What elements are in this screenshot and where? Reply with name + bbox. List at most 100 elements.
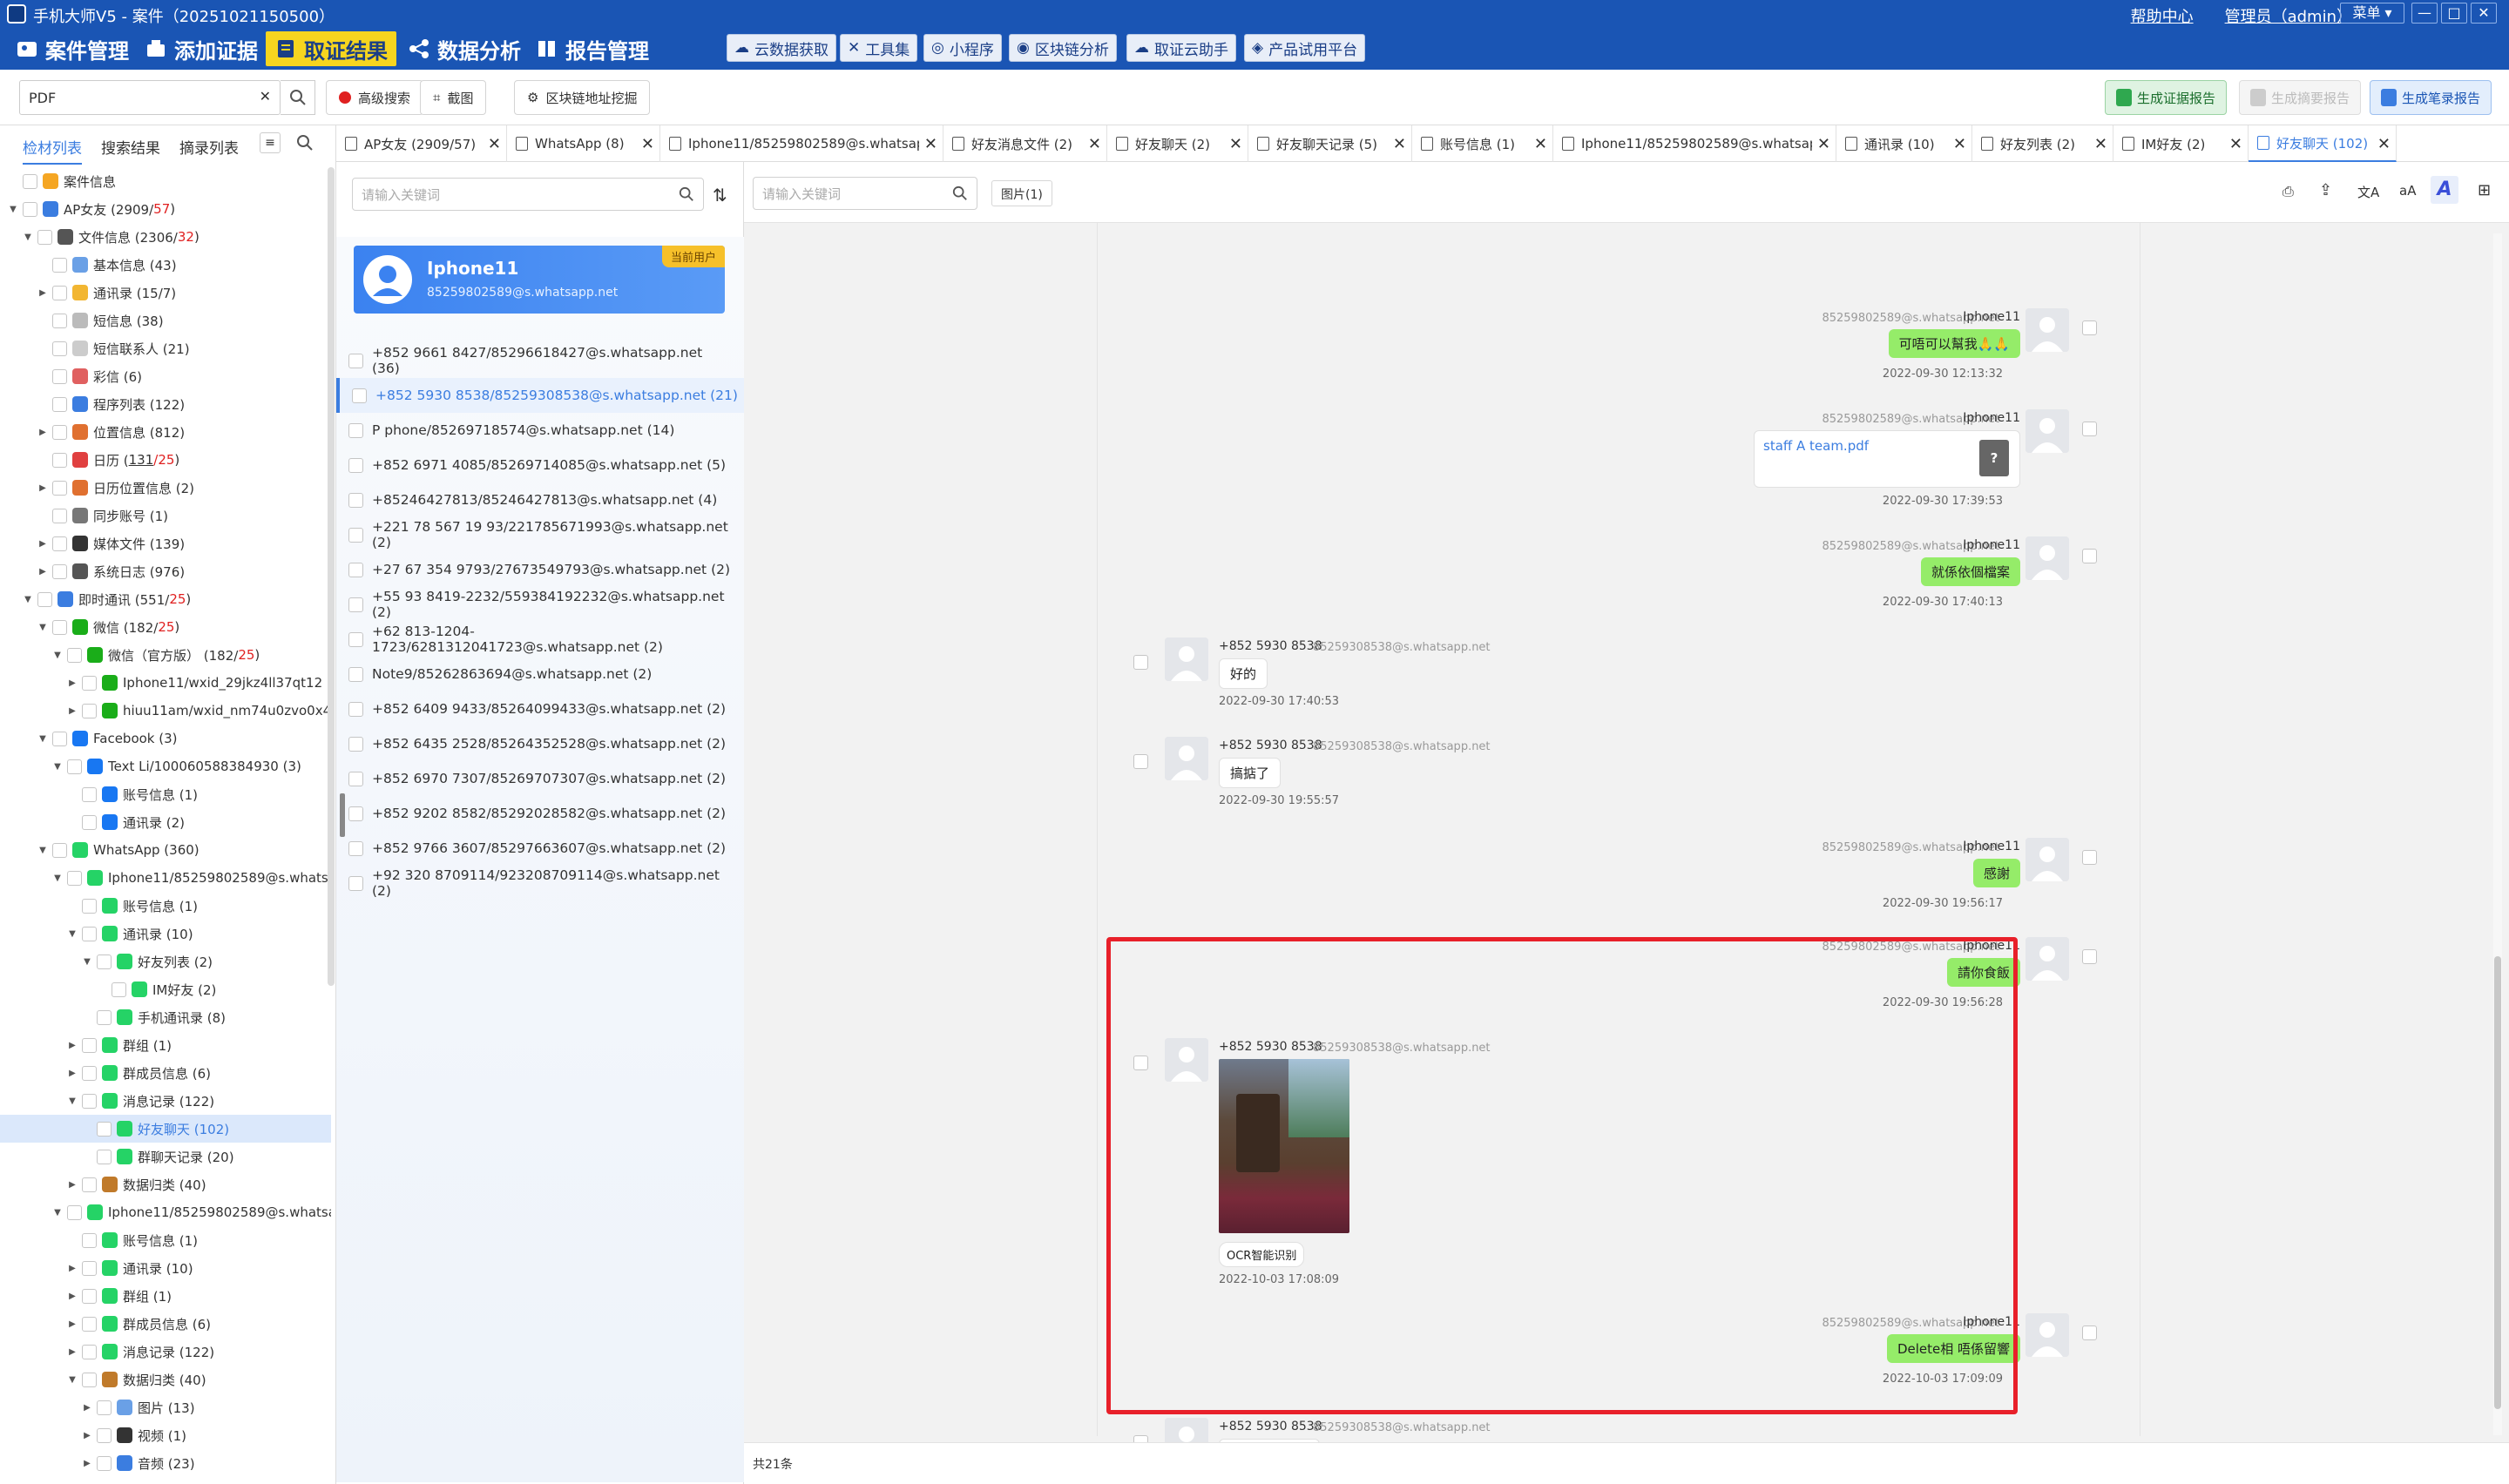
tree-checkbox[interactable] [52,563,67,579]
tree-checkbox[interactable] [97,1121,112,1137]
tree-item[interactable]: ▶ 日历位置信息 (2) [0,474,331,502]
tree-checkbox[interactable] [97,1400,112,1415]
clear-icon[interactable]: ✕ [260,88,271,105]
contact-checkbox[interactable] [348,353,363,368]
tree-item[interactable]: ▶ 位置信息 (812) [0,418,331,446]
contact-row[interactable]: +27 67 354 9793/27673549793@s.whatsapp.n… [348,552,732,587]
export-icon[interactable]: ⎙ [2282,183,2294,200]
tree-item[interactable]: 基本信息 (43) [0,251,331,279]
contact-checkbox[interactable] [348,840,363,856]
collapsed-arrow-icon[interactable]: ▶ [66,1069,78,1078]
nav-forensic-results[interactable]: 取证结果 [266,31,396,66]
tree-item[interactable]: ▶ 群成员信息 (6) [0,1059,331,1087]
tree-checkbox[interactable] [112,981,126,997]
layout-icon[interactable]: ⊞ [2478,181,2491,199]
close-window-button[interactable]: ✕ [2471,3,2497,24]
tree-checkbox[interactable] [37,229,52,245]
collapsed-arrow-icon[interactable]: ▶ [37,567,49,577]
tree-item[interactable]: IM好友 (2) [0,975,331,1003]
tree-checkbox[interactable] [82,1316,97,1332]
result-tab[interactable]: AP女友 (2909/57) ✕ [336,125,507,162]
nav-report-management[interactable]: 报告管理 [527,31,658,66]
tree-item[interactable]: ▶ 音频 (23) [0,1449,331,1477]
contact-checkbox[interactable] [348,875,363,891]
close-tab-icon[interactable]: ✕ [641,135,654,153]
toolset-button[interactable]: ✕ 工具集 [840,34,918,62]
close-tab-icon[interactable]: ✕ [2229,135,2242,153]
tree-item[interactable]: ▶ 通讯录 (10) [0,1254,331,1282]
collapsed-arrow-icon[interactable]: ▶ [66,678,78,688]
contact-search-input[interactable]: 请输入关键词 [352,178,704,211]
generate-evidence-report-button[interactable]: 生成证据报告 [2105,80,2228,115]
tree-checkbox[interactable] [52,341,67,356]
close-tab-icon[interactable]: ✕ [1088,135,1101,153]
result-tab[interactable]: Iphone11/85259802589@s.whatsapp... ✕ [660,125,943,162]
contact-row[interactable]: +852 6435 2528/85264352528@s.whatsapp.ne… [348,726,732,761]
current-user-card[interactable]: Iphone11 85259802589@s.whatsapp.net 当前用户 [354,246,725,314]
tree-checkbox[interactable] [52,424,67,440]
peer-message-bubble[interactable]: 好的 [1219,658,1268,689]
tree-checkbox[interactable] [82,898,97,914]
contact-row[interactable]: +85246427813/85246427813@s.whatsapp.net … [348,482,732,517]
tree-item[interactable]: ▼ Iphone11/85259802589@s.whatsap... [0,864,331,892]
tree-checkbox[interactable] [82,1065,97,1081]
tree-item[interactable]: ▶ 图片 (13) [0,1393,331,1421]
contact-checkbox[interactable] [348,736,363,752]
contact-checkbox[interactable] [348,806,363,821]
contact-checkbox[interactable] [348,457,363,473]
result-tab[interactable]: 好友聊天 (2) ✕ [1107,125,1248,162]
collapsed-arrow-icon[interactable]: ▶ [66,706,78,716]
contact-checkbox[interactable] [348,666,363,682]
contact-row[interactable]: +852 9661 8427/85296618427@s.whatsapp.ne… [348,343,732,378]
expanded-arrow-icon[interactable]: ▼ [66,1375,78,1385]
contact-row[interactable]: +852 9766 3607/85297663607@s.whatsapp.ne… [348,831,732,866]
contact-checkbox[interactable] [348,597,363,612]
tree-item[interactable]: ▼ 微信 (182/25) [0,613,331,641]
result-tab[interactable]: 通讯录 (10) ✕ [1836,125,1972,162]
tree-item[interactable]: 日历 (131/25) [0,446,331,474]
result-tab[interactable]: 好友聊天 (102) ✕ [2249,125,2397,162]
close-tab-icon[interactable]: ✕ [1953,135,1966,153]
help-center-link[interactable]: 帮助中心 [2131,4,2194,27]
tree-item[interactable]: ▶ 系统日志 (976) [0,557,331,585]
maximize-button[interactable]: □ [2441,3,2467,24]
tree-checkbox[interactable] [23,173,37,189]
tree-item[interactable]: 程序列表 (122) [0,390,331,418]
tree-item[interactable]: ▼ Text Li/100060588384930 (3) [0,752,331,780]
expanded-arrow-icon[interactable]: ▼ [22,595,34,604]
chat-scrollbar-track[interactable] [2493,233,2502,1435]
product-trial-button[interactable]: ◈ 产品试用平台 [1244,34,1366,62]
tree-item[interactable]: ▼ 即时通讯 (551/25) [0,585,331,613]
collapsed-arrow-icon[interactable]: ▶ [66,1319,78,1329]
tree-item[interactable]: ▶ 群成员信息 (6) [0,1310,331,1338]
chat-scrollbar-thumb[interactable] [2494,956,2501,1409]
contact-row[interactable]: +55 93 8419-2232/559384192232@s.whatsapp… [348,587,732,622]
my-message-bubble[interactable]: 可唔可以幫我🙏🙏 [1888,329,2020,358]
close-tab-icon[interactable]: ✕ [488,135,501,153]
tree-checkbox[interactable] [37,591,52,607]
message-checkbox[interactable] [2082,422,2097,436]
collapsed-arrow-icon[interactable]: ▶ [37,428,49,437]
expanded-arrow-icon[interactable]: ▼ [51,1208,64,1218]
tree-item[interactable]: 账号信息 (1) [0,780,331,808]
tree-item[interactable]: ▼ 好友列表 (2) [0,948,331,975]
sort-icon[interactable]: ⇅ [713,185,727,206]
message-checkbox[interactable] [2082,320,2097,335]
close-tab-icon[interactable]: ✕ [1817,135,1830,153]
tree-scrollbar[interactable] [328,167,335,986]
tree-checkbox[interactable] [82,814,97,830]
tree-item[interactable]: ▶ 消息记录 (122) [0,1338,331,1366]
contact-checkbox[interactable] [348,492,363,508]
tree-search-icon[interactable] [296,134,314,152]
tree-item[interactable]: 彩信 (6) [0,362,331,390]
expanded-arrow-icon[interactable]: ▼ [37,846,49,855]
contact-checkbox[interactable] [348,422,363,438]
tree-checkbox[interactable] [67,759,82,774]
tree-checkbox[interactable] [67,647,82,663]
generate-summary-report-button[interactable]: 生成摘要报告 [2239,80,2362,115]
file-bubble[interactable]: staff A team.pdf? [1754,430,2020,488]
tree-item[interactable]: ▶ 群组 (1) [0,1031,331,1059]
tree-item[interactable]: 短信息 (38) [0,307,331,334]
result-tab[interactable]: Iphone11/85259802589@s.whatsapp... ✕ [1553,125,1836,162]
tree-checkbox[interactable] [82,1232,97,1248]
